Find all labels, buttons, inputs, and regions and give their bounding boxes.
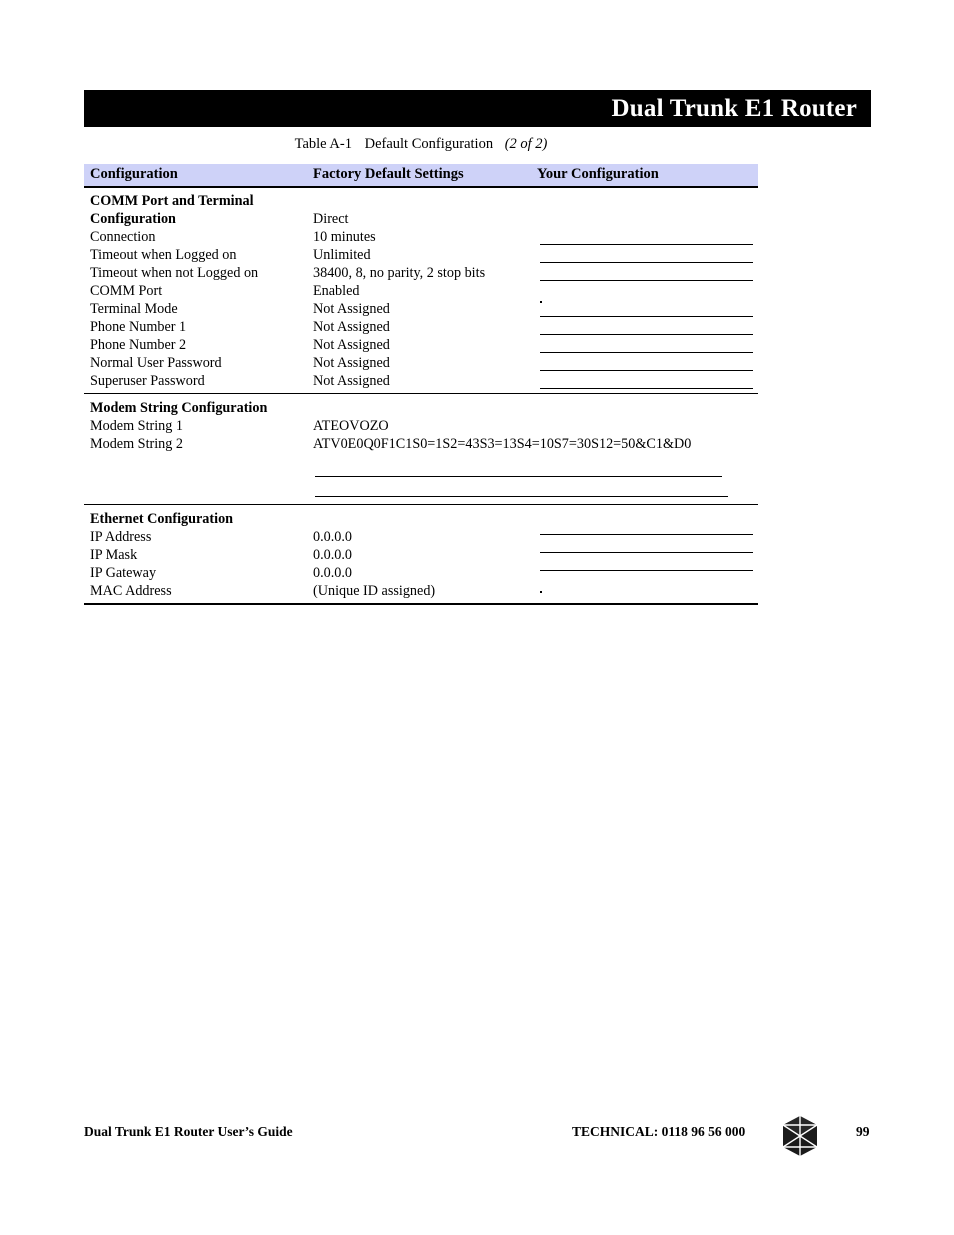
table-row: COMM Port and Terminal [84, 192, 758, 210]
row-value: Not Assigned [313, 355, 390, 371]
caption-title: Default Configuration [364, 136, 494, 152]
footer-technical-support: TECHNICAL: 0118 96 56 000 [572, 1124, 746, 1139]
footer-guide-title: Dual Trunk E1 Router User’s Guide [84, 1124, 293, 1139]
row-value: Unlimited [313, 247, 371, 263]
row-value: Not Assigned [313, 373, 390, 389]
row-label: Timeout when Logged on [90, 247, 237, 263]
row-label: IP Address [90, 529, 152, 545]
row-label: Connection [90, 229, 156, 245]
your-configuration-writeline[interactable] [540, 262, 753, 263]
modem-string-writeline[interactable] [315, 476, 722, 477]
row-value: Not Assigned [313, 319, 390, 335]
row-label: Terminal Mode [90, 301, 178, 317]
row-label: COMM Port and Terminal [90, 193, 254, 209]
row-value: ATEOVOZO [313, 418, 389, 434]
table-caption: Table A-1 Default Configuration (2 of 2) [84, 136, 758, 153]
your-configuration-writeline[interactable] [540, 534, 753, 535]
your-configuration-writeline[interactable] [540, 244, 753, 245]
row-value: (Unique ID assigned) [313, 583, 436, 599]
modem-string-writeline[interactable] [315, 496, 728, 497]
table-row: IP Gateway 0.0.0.0 [84, 564, 758, 582]
page-title: Dual Trunk E1 Router [611, 95, 857, 122]
your-configuration-writeline[interactable] [540, 316, 753, 317]
row-label: Phone Number 2 [90, 337, 187, 353]
table-section-comm-port-and-terminal: COMM Port and Terminal Configuration Dir… [84, 188, 758, 394]
table-row: IP Mask 0.0.0.0 [84, 546, 758, 564]
document-page: Dual Trunk E1 Router Table A-1 Default C… [0, 0, 954, 1235]
row-label: IP Gateway [90, 565, 157, 581]
page-footer: Dual Trunk E1 Router User’s Guide TECHNI… [0, 1116, 954, 1160]
table-row: Configuration Direct [84, 210, 758, 228]
column-header-configuration: Configuration [90, 166, 178, 182]
black-box-diamond-logo-icon [770, 1114, 830, 1158]
row-label: IP Mask [90, 547, 138, 563]
footer-page-number: 99 [856, 1124, 870, 1139]
table-header-row: Configuration Factory Default Settings Y… [84, 164, 758, 188]
row-label: Phone Number 1 [90, 319, 187, 335]
row-label: Superuser Password [90, 373, 205, 389]
row-value: 0.0.0.0 [313, 547, 353, 563]
table-section-ethernet-configuration: Ethernet Configuration IP Address 0.0.0.… [84, 505, 758, 605]
row-label: Timeout when not Logged on [90, 265, 259, 281]
your-configuration-writeline[interactable] [540, 352, 753, 353]
row-value: 38400, 8, no parity, 2 stop bits [313, 265, 486, 281]
your-configuration-writeline[interactable] [540, 370, 753, 371]
row-value: Not Assigned [313, 301, 390, 317]
table-row: COMM Port Enabled [84, 282, 758, 300]
table-section-modem-string-configuration: Modem String Configuration Modem String … [84, 394, 758, 505]
table-row: Modem String 2 ATV0E0Q0F1C1S0=1S2=43S3=1… [84, 435, 758, 453]
row-value: ATV0E0Q0F1C1S0=1S2=43S3=13S4=10S7=30S12=… [313, 436, 692, 452]
your-configuration-writeline[interactable] [540, 334, 753, 335]
row-value: Not Assigned [313, 337, 390, 353]
row-label: Modem String Configuration [90, 400, 268, 416]
page-header-banner: Dual Trunk E1 Router [84, 90, 871, 127]
column-header-your-configuration: Your Configuration [537, 166, 659, 182]
your-configuration-writeline[interactable] [540, 570, 753, 571]
row-value: Enabled [313, 283, 360, 299]
row-label: Modem String 1 [90, 418, 184, 434]
row-value: 0.0.0.0 [313, 565, 353, 581]
row-label: Ethernet Configuration [90, 511, 234, 527]
table-row: Modem String 1 ATEOVOZO [84, 417, 758, 435]
row-value: 10 minutes [313, 229, 376, 245]
row-label: MAC Address [90, 583, 172, 599]
row-value: 0.0.0.0 [313, 529, 353, 545]
row-label: Configuration [90, 211, 176, 227]
table-row: Modem String Configuration [84, 399, 758, 417]
caption-part: (2 of 2) [504, 136, 548, 152]
table-row: MAC Address (Unique ID assigned) [84, 582, 758, 600]
ink-speck [540, 591, 542, 593]
ink-speck [540, 301, 542, 303]
row-value: Direct [313, 211, 349, 227]
row-label: COMM Port [90, 283, 163, 299]
your-configuration-writeline[interactable] [540, 552, 753, 553]
your-configuration-writeline[interactable] [540, 388, 753, 389]
row-label: Normal User Password [90, 355, 222, 371]
table-row: IP Address 0.0.0.0 [84, 528, 758, 546]
column-header-factory-default-settings: Factory Default Settings [313, 166, 464, 182]
your-configuration-writeline[interactable] [540, 280, 753, 281]
caption-number: Table A-1 [294, 136, 352, 152]
default-configuration-table: Configuration Factory Default Settings Y… [84, 164, 758, 605]
table-row: Ethernet Configuration [84, 510, 758, 528]
row-label: Modem String 2 [90, 436, 184, 452]
